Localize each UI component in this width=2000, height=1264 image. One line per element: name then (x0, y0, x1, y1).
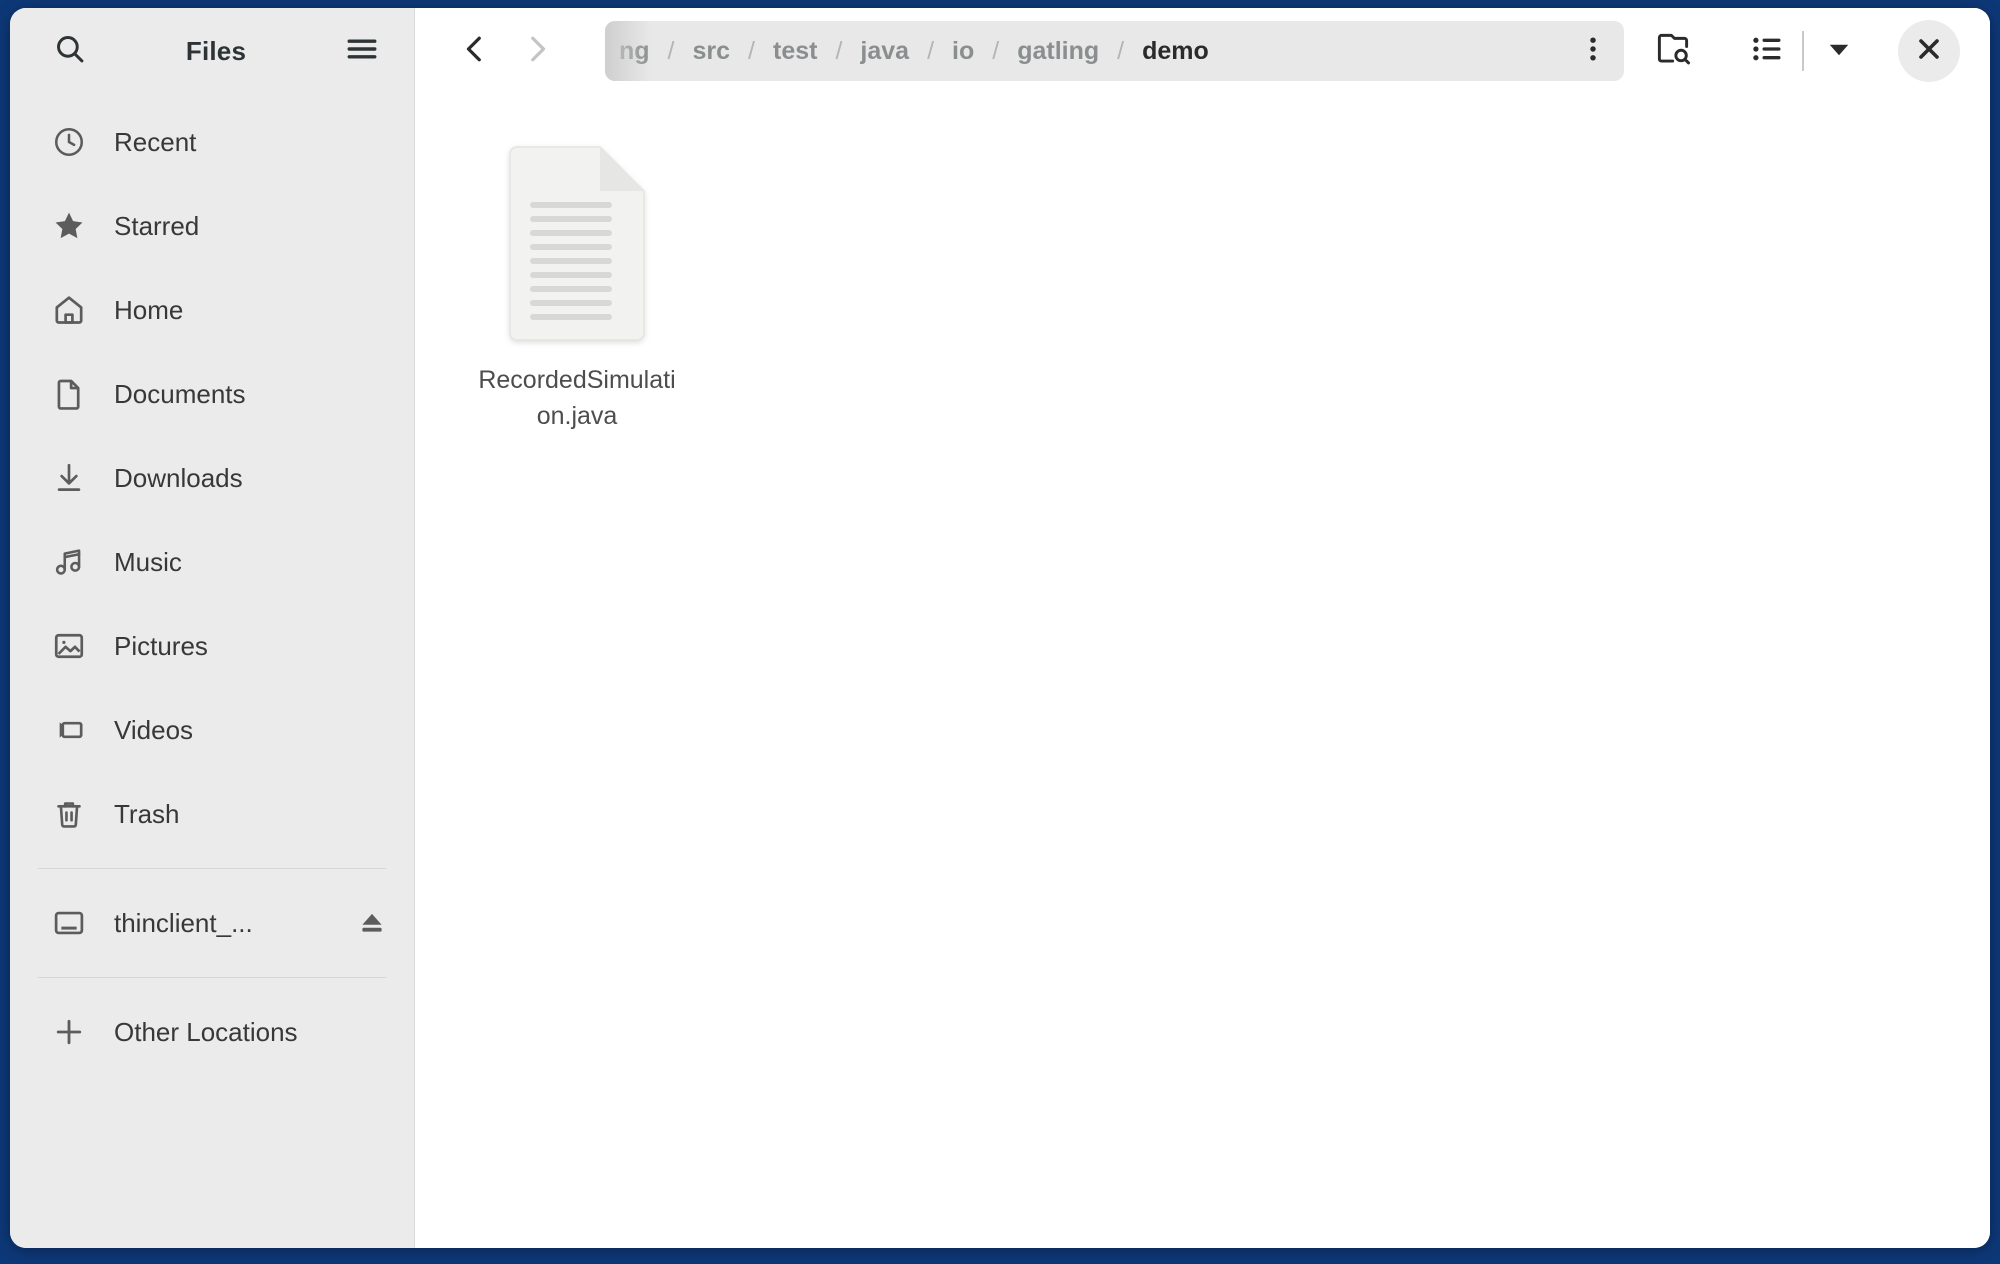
trash-icon (50, 795, 88, 833)
sidebar-item-other-locations[interactable]: Other Locations (10, 990, 414, 1074)
breadcrumb-separator: / (992, 36, 1000, 65)
main-menu-button[interactable] (336, 25, 388, 77)
breadcrumb-separator: / (835, 36, 843, 65)
sidebar-item-documents[interactable]: Documents (10, 352, 414, 436)
file-browser-area[interactable]: RecordedSimulation.java (415, 94, 1990, 1248)
text-file-icon (502, 146, 652, 341)
star-icon (50, 207, 88, 245)
home-icon (50, 291, 88, 329)
download-arrow-icon (50, 459, 88, 497)
breadcrumb-segments: ng / src / test / java / io / gatling / (605, 21, 1566, 81)
plus-icon (50, 1013, 88, 1051)
sidebar-header: Files (10, 8, 414, 94)
sidebar-item-trash[interactable]: Trash (10, 772, 414, 856)
chevron-left-icon (458, 32, 492, 71)
back-button[interactable] (447, 23, 503, 79)
breadcrumb: ng / src / test / java / io / gatling / (605, 21, 1624, 81)
breadcrumb-item-java[interactable]: java (858, 37, 911, 66)
breadcrumb-separator: / (927, 36, 935, 65)
list-view-icon (1749, 31, 1785, 72)
drive-icon (50, 904, 88, 942)
forward-button (509, 23, 565, 79)
sidebar-item-recent[interactable]: Recent (10, 100, 414, 184)
view-options-button[interactable] (1810, 22, 1868, 80)
sidebar: Files Recent Starred Home Documents Down… (10, 8, 415, 1248)
window-body: Files Recent Starred Home Documents Down… (10, 8, 1990, 1248)
breadcrumb-separator: / (1117, 36, 1125, 65)
close-window-button[interactable] (1898, 20, 1960, 82)
file-item[interactable]: RecordedSimulation.java (463, 136, 691, 444)
sidebar-item-home[interactable]: Home (10, 268, 414, 352)
search-icon (53, 32, 87, 71)
vertical-dots-icon (1577, 33, 1609, 70)
search-button[interactable] (44, 25, 96, 77)
breadcrumb-item-current[interactable]: demo (1140, 37, 1211, 66)
breadcrumb-item-gatling[interactable]: gatling (1015, 37, 1101, 66)
breadcrumb-item-io[interactable]: io (950, 37, 976, 66)
sidebar-item-label: Downloads (114, 462, 243, 493)
clock-icon (50, 123, 88, 161)
path-toolbar: ng / src / test / java / io / gatling / (415, 8, 1990, 94)
sidebar-item-label: Videos (114, 714, 194, 745)
breadcrumb-separator: / (667, 36, 675, 65)
sidebar-item-videos[interactable]: Videos (10, 688, 414, 772)
sidebar-item-label: Pictures (114, 630, 208, 661)
sidebar-item-label: thinclient_... (114, 907, 253, 938)
sidebar-places-list: Recent Starred Home Documents Downloads … (10, 94, 414, 1074)
sidebar-item-thinclient-drive[interactable]: thinclient_... (10, 881, 414, 965)
document-icon (50, 375, 88, 413)
sidebar-divider-other (38, 977, 386, 978)
video-camera-icon (50, 711, 88, 749)
sidebar-item-label: Home (114, 294, 184, 325)
sidebar-item-label: Music (114, 546, 182, 577)
chevron-right-icon (520, 32, 554, 71)
chevron-down-icon (1824, 34, 1854, 69)
sidebar-item-pictures[interactable]: Pictures (10, 604, 414, 688)
view-mode-group (1738, 22, 1868, 80)
files-window: Files Recent Starred Home Documents Down… (10, 8, 1990, 1248)
music-note-icon (50, 543, 88, 581)
sidebar-item-starred[interactable]: Starred (10, 184, 414, 268)
sidebar-item-label: Trash (114, 798, 180, 829)
sidebar-item-music[interactable]: Music (10, 520, 414, 604)
sidebar-item-label: Recent (114, 126, 197, 157)
breadcrumb-item-truncated[interactable]: ng (609, 37, 652, 66)
eject-icon[interactable] (352, 903, 392, 943)
breadcrumb-item-src[interactable]: src (691, 37, 733, 66)
folder-search-icon (1654, 30, 1692, 73)
sidebar-item-downloads[interactable]: Downloads (10, 436, 414, 520)
file-grid: RecordedSimulation.java (463, 136, 1960, 444)
desktop-background: Files Recent Starred Home Documents Down… (0, 0, 2000, 1264)
toolbar-divider (1802, 31, 1804, 71)
hamburger-menu-icon (345, 32, 379, 71)
sidebar-item-label: Other Locations (114, 1016, 298, 1047)
sidebar-divider-devices (38, 868, 386, 869)
path-menu-button[interactable] (1566, 24, 1620, 78)
app-title: Files (185, 35, 247, 66)
picture-icon (50, 627, 88, 665)
close-icon (1914, 34, 1944, 69)
breadcrumb-item-test[interactable]: test (771, 37, 819, 66)
file-name-label: RecordedSimulation.java (478, 366, 676, 430)
breadcrumb-separator: / (748, 36, 755, 65)
sidebar-item-label: Documents (114, 378, 246, 409)
list-view-button[interactable] (1738, 22, 1796, 80)
sidebar-item-label: Starred (114, 210, 200, 241)
main-content: ng / src / test / java / io / gatling / (415, 8, 1990, 1248)
search-in-folder-button[interactable] (1644, 22, 1702, 80)
